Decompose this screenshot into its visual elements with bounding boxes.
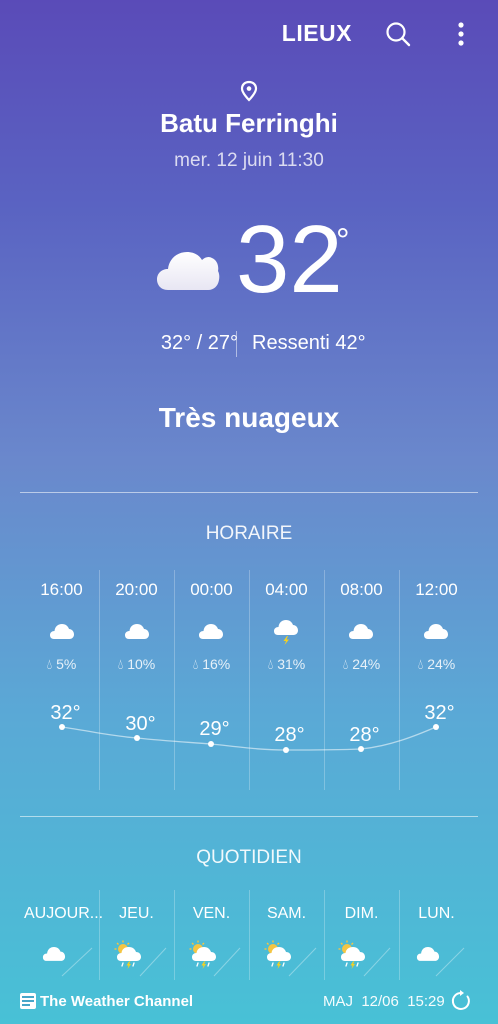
hourly-time: 12:00: [415, 580, 458, 599]
precip-value: 5%: [56, 656, 77, 672]
temp-point: [283, 747, 289, 753]
hourly-temp: 32°: [50, 702, 81, 724]
cloud-icon: [49, 622, 75, 640]
feels-like-temperature: Ressenti 42°: [252, 332, 366, 354]
raindrop-icon: 💧︎: [342, 656, 349, 672]
precipitation: 💧︎ 24%: [399, 656, 474, 673]
cloud-icon: [198, 622, 224, 640]
precipitation: 💧︎ 10%: [99, 656, 174, 673]
cloud-icon: [423, 622, 449, 640]
cloud-icon: [124, 622, 150, 640]
hourly-temp: 28°: [349, 724, 380, 746]
section-divider: [20, 492, 478, 493]
provider-name[interactable]: The Weather Channel: [40, 993, 193, 1010]
locations-button[interactable]: LIEUX: [282, 20, 352, 47]
precipitation: 💧︎ 16%: [174, 656, 249, 673]
cloud-icon: [348, 622, 374, 640]
precipitation: 💧︎ 5%: [24, 656, 99, 673]
precip-value: 24%: [427, 656, 456, 672]
precipitation: 💧︎ 24%: [324, 656, 399, 673]
precipitation: 💧︎ 31%: [249, 656, 324, 673]
temp-point: [208, 741, 214, 747]
hourly-item[interactable]: 12:00: [399, 580, 474, 600]
raindrop-icon: 💧︎: [192, 656, 199, 672]
hourly-temp: 30°: [125, 713, 156, 735]
daily-day[interactable]: DIM.: [324, 905, 399, 923]
hourly-temp: 29°: [199, 718, 230, 740]
location-pin-icon: [239, 80, 259, 102]
hourly-time: 00:00: [190, 580, 233, 599]
section-divider: [20, 816, 478, 817]
raindrop-icon: 💧︎: [46, 656, 53, 672]
hourly-temp: 28°: [274, 724, 305, 746]
daily-temp-trend: [61, 947, 465, 977]
daily-day[interactable]: JEU.: [99, 905, 174, 923]
raindrop-icon: 💧︎: [417, 656, 424, 672]
raindrop-icon: 💧︎: [267, 656, 274, 672]
hourly-item[interactable]: 08:00: [324, 580, 399, 600]
divider: [236, 331, 237, 357]
daily-day[interactable]: SAM.: [249, 905, 324, 923]
degree-symbol: °: [336, 222, 350, 260]
hourly-title: HORAIRE: [205, 523, 293, 544]
hourly-time: 16:00: [40, 580, 83, 599]
cloud-icon: [156, 246, 220, 292]
hourly-time: 20:00: [115, 580, 158, 599]
precip-value: 16%: [202, 656, 231, 672]
thunder-cloud-icon: [273, 618, 299, 646]
hourly-time: 08:00: [340, 580, 383, 599]
daily-day[interactable]: AUJOUR...: [24, 905, 103, 923]
high-low-temperature: 32° / 27°: [160, 332, 238, 354]
hourly-item[interactable]: 04:00: [249, 580, 324, 600]
hourly-item[interactable]: 00:00: [174, 580, 249, 600]
weather-condition: Très nuageux: [158, 402, 340, 433]
current-temperature: 32: [236, 206, 343, 313]
precip-value: 31%: [277, 656, 306, 672]
more-options-icon[interactable]: [456, 20, 466, 48]
last-updated: MAJ 12/06 15:29: [323, 993, 445, 1010]
precip-value: 24%: [352, 656, 381, 672]
precip-value: 10%: [127, 656, 156, 672]
current-datetime: mer. 12 juin 11:30: [174, 150, 324, 171]
weather-channel-logo-icon[interactable]: [20, 993, 36, 1009]
city-name: Batu Ferringhi: [160, 108, 338, 138]
daily-day[interactable]: VEN.: [174, 905, 249, 923]
raindrop-icon: 💧︎: [117, 656, 124, 672]
daily-day[interactable]: LUN.: [399, 905, 474, 923]
hourly-temp: 32°: [424, 702, 455, 724]
search-icon[interactable]: [384, 20, 412, 48]
hourly-item[interactable]: 20:00: [99, 580, 174, 600]
daily-title: QUOTIDIEN: [196, 847, 302, 868]
refresh-icon[interactable]: [450, 990, 472, 1012]
hourly-item[interactable]: 16:00: [24, 580, 99, 600]
hourly-time: 04:00: [265, 580, 308, 599]
